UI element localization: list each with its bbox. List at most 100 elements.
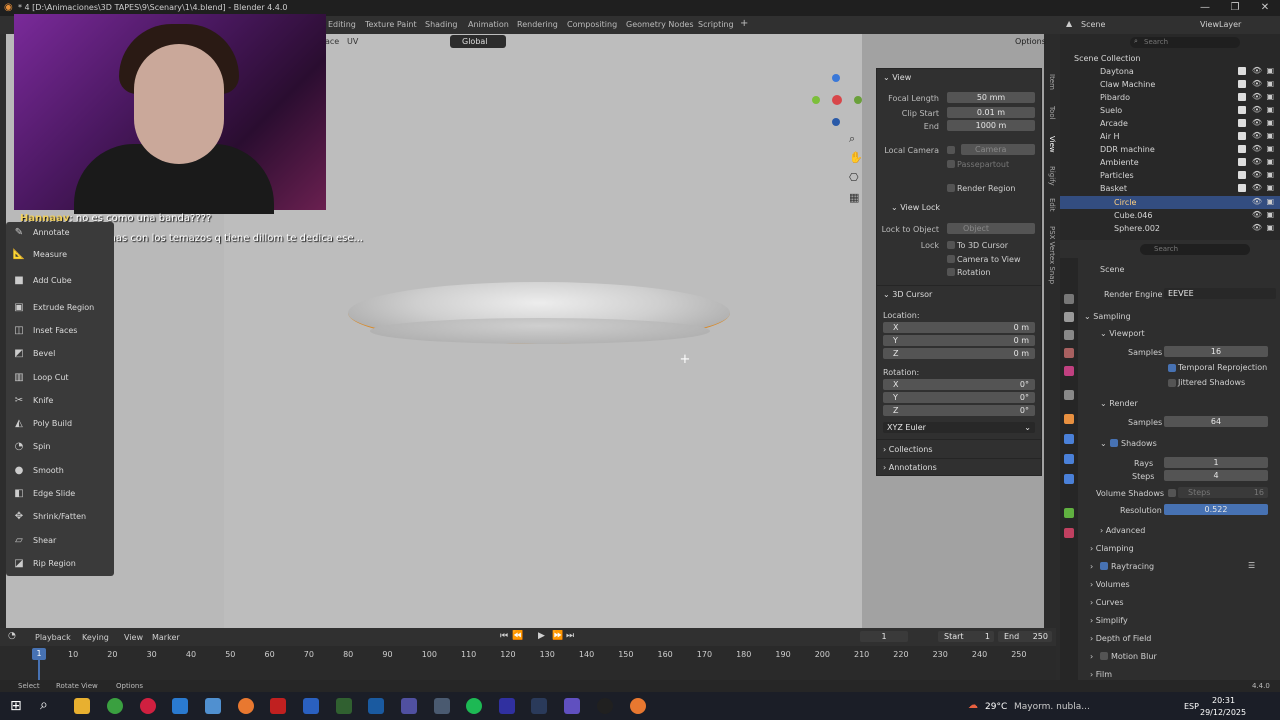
- curves-header[interactable]: › Curves: [1080, 596, 1280, 612]
- clip-start-field[interactable]: 0.01 m: [947, 107, 1035, 118]
- tool-smooth[interactable]: ● Smooth: [6, 460, 114, 482]
- tab-compositing[interactable]: Compositing: [567, 20, 617, 29]
- clamping-header[interactable]: › Clamping: [1080, 542, 1280, 558]
- app-icon[interactable]: [401, 698, 417, 714]
- world-tab-icon[interactable]: [1064, 366, 1074, 376]
- uv-menu[interactable]: UV: [347, 37, 358, 46]
- outliner-item[interactable]: Arcade 👁 ▣: [1060, 117, 1280, 130]
- clock-time[interactable]: 20:31: [1212, 696, 1235, 705]
- weather-temp[interactable]: 29°C: [985, 702, 1007, 712]
- ortho-grid-icon[interactable]: ▦: [849, 191, 863, 205]
- spotify-icon[interactable]: [466, 698, 482, 714]
- search-taskbar-icon[interactable]: ⌕: [40, 697, 48, 713]
- particles-tab-icon[interactable]: [1064, 454, 1074, 464]
- mode-menu[interactable]: ace: [325, 37, 339, 46]
- tool-measure[interactable]: 📐 Measure: [6, 244, 114, 266]
- annotations-header[interactable]: › Annotations: [883, 463, 937, 472]
- tab-geometry-nodes[interactable]: Geometry Nodes: [626, 20, 693, 29]
- app-icon[interactable]: [434, 698, 450, 714]
- gizmo-x-axis[interactable]: [832, 95, 842, 105]
- weather-icon[interactable]: ☁: [968, 700, 978, 711]
- outliner-item[interactable]: Suelo 👁 ▣: [1060, 104, 1280, 117]
- jump-end-icon[interactable]: ⏭: [566, 631, 574, 641]
- tool-add-cube[interactable]: ■ Add Cube: [6, 270, 114, 292]
- jump-start-icon[interactable]: ⏮: [500, 631, 508, 641]
- shadows-subheader[interactable]: ⌄ Shadows: [1080, 437, 1280, 453]
- camera-view-icon[interactable]: ⎔: [849, 171, 863, 185]
- gizmo-neg-y[interactable]: [854, 96, 862, 104]
- modifier-tab-icon[interactable]: [1064, 434, 1074, 444]
- start-frame-field[interactable]: Start 1: [938, 631, 994, 642]
- playback-menu[interactable]: Playback: [35, 633, 71, 642]
- tool-tab-icon[interactable]: [1064, 294, 1074, 304]
- viewport-samples-field[interactable]: 16: [1164, 346, 1268, 357]
- render-samples-field[interactable]: 64: [1164, 416, 1268, 427]
- render-tab-icon[interactable]: [1064, 312, 1074, 322]
- cursor-z-field[interactable]: Z0 m: [883, 348, 1035, 359]
- outliner-item[interactable]: Claw Machine 👁 ▣: [1060, 78, 1280, 91]
- physics-tab-icon[interactable]: [1064, 474, 1074, 484]
- simplify-header[interactable]: › Simplify: [1080, 614, 1280, 630]
- discord-icon[interactable]: [564, 698, 580, 714]
- focal-length-field[interactable]: 50 mm: [947, 92, 1035, 103]
- euler-dropdown[interactable]: XYZ Euler ⌄: [883, 422, 1035, 433]
- tab-texture-paint[interactable]: Texture Paint: [365, 20, 417, 29]
- outliner-item[interactable]: Ambiente 👁 ▣: [1060, 156, 1280, 169]
- scene-name[interactable]: Scene: [1081, 20, 1105, 29]
- volume-shadows-checkbox[interactable]: [1168, 489, 1176, 497]
- render-region-checkbox[interactable]: [947, 184, 955, 192]
- rays-field[interactable]: 1: [1164, 457, 1268, 468]
- weather-desc[interactable]: Mayorm. nubla...: [1014, 702, 1090, 712]
- options-menu[interactable]: Options: [1015, 37, 1046, 46]
- orientation-dropdown[interactable]: Global: [450, 35, 506, 48]
- scene-collection-row[interactable]: Scene Collection: [1060, 52, 1280, 65]
- minimize-icon[interactable]: —: [1190, 0, 1220, 16]
- viewport-subheader[interactable]: ⌄ Viewport: [1080, 327, 1280, 343]
- language-indicator[interactable]: ESP: [1184, 702, 1199, 711]
- view-section-header[interactable]: ⌄ View: [883, 73, 911, 82]
- outliner-item[interactable]: DDR machine 👁 ▣: [1060, 143, 1280, 156]
- sidetab-rigify[interactable]: Rigify: [1044, 166, 1056, 186]
- dof-header[interactable]: › Depth of Field: [1080, 632, 1280, 648]
- sidetab-psx[interactable]: PSX Vertex Snap: [1044, 226, 1056, 284]
- tab-scripting[interactable]: Scripting: [698, 20, 734, 29]
- tab-animation[interactable]: Animation: [468, 20, 509, 29]
- raytracing-header[interactable]: › Raytracing ☰: [1080, 560, 1280, 576]
- view-menu[interactable]: View: [124, 633, 143, 642]
- cursor-rot-y-field[interactable]: Y 0°: [883, 392, 1035, 403]
- scene-tab-icon[interactable]: [1064, 348, 1074, 358]
- passepartout-checkbox[interactable]: [947, 160, 955, 168]
- material-tab-icon[interactable]: [1064, 528, 1074, 538]
- volume-steps-field[interactable]: Steps 16: [1178, 487, 1268, 498]
- collection-tab-icon[interactable]: [1064, 390, 1074, 400]
- tool-extrude-region[interactable]: ▣ Extrude Region: [6, 297, 114, 319]
- view-lock-header[interactable]: ⌄ View Lock: [891, 203, 940, 212]
- playhead[interactable]: 1: [32, 648, 46, 660]
- start-menu-icon[interactable]: ⊞: [10, 698, 22, 714]
- prev-key-icon[interactable]: ⏪: [512, 631, 523, 641]
- data-tab-icon[interactable]: [1064, 508, 1074, 518]
- lock-cursor-checkbox[interactable]: [947, 241, 955, 249]
- camera-field[interactable]: Camera: [961, 144, 1035, 155]
- local-camera-checkbox[interactable]: [947, 146, 955, 154]
- close-icon[interactable]: ✕: [1250, 0, 1280, 16]
- motion-blur-header[interactable]: › Motion Blur: [1080, 650, 1280, 666]
- outliner-item[interactable]: Pibardo 👁 ▣: [1060, 91, 1280, 104]
- maximize-icon[interactable]: ❐: [1220, 0, 1250, 16]
- app-icon[interactable]: [205, 698, 221, 714]
- tool-annotate[interactable]: ✎ Annotate: [6, 222, 114, 244]
- app-icon[interactable]: [303, 698, 319, 714]
- sidetab-edit[interactable]: Edit: [1044, 198, 1056, 212]
- tab-editing[interactable]: Editing: [328, 20, 356, 29]
- object-tab-icon[interactable]: [1064, 414, 1074, 424]
- tool-shear[interactable]: ▱ Shear: [6, 530, 114, 552]
- outliner-item-selected[interactable]: Circle 👁 ▣: [1060, 196, 1280, 209]
- collections-header[interactable]: › Collections: [883, 445, 933, 454]
- cursor-x-field[interactable]: X0 m: [883, 322, 1035, 333]
- vscode-icon[interactable]: [368, 698, 384, 714]
- steps-field[interactable]: 4: [1164, 470, 1268, 481]
- end-frame-field[interactable]: End 250: [998, 631, 1052, 642]
- editor-type-icon[interactable]: ◔: [8, 631, 16, 641]
- cursor-y-field[interactable]: Y0 m: [883, 335, 1035, 346]
- outliner-item[interactable]: Daytona 👁 ▣: [1060, 65, 1280, 78]
